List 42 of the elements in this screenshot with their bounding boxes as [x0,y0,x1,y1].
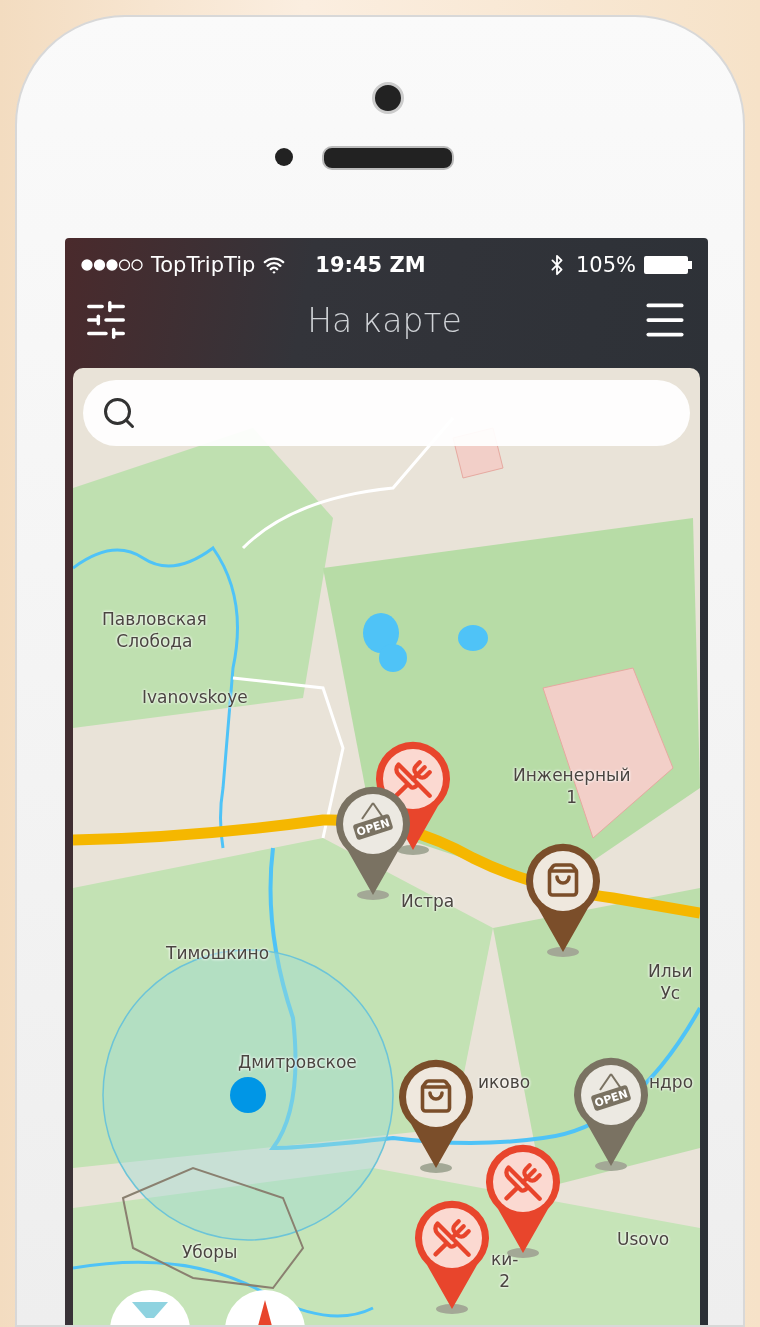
pin-shadow [546,946,580,958]
pin-shadow [435,1303,469,1315]
place-label: Usovo [617,1228,670,1250]
lake-drawing [458,625,488,651]
pin-shadow [356,889,390,901]
battery-percentage: 105% [575,253,636,277]
shopping-bag-icon [549,865,577,895]
fork-knife-icon [435,1221,469,1255]
map-pin[interactable] [524,842,602,952]
compass-icon [257,1300,273,1325]
place-label: Дмитровское [238,1051,357,1073]
signal-dots-icon [81,258,143,272]
battery-icon [644,255,692,275]
map-pin[interactable] [413,1199,491,1309]
lake-drawing [363,613,407,672]
funnel-icon [130,1300,170,1320]
place-label: Ильи Ус [648,960,693,1004]
map-pin[interactable] [397,1058,475,1168]
clock-time: 19:45 ZM [315,253,426,277]
place-label: Тимошкино [166,942,270,964]
pin-shadow [419,1162,453,1174]
place-label: Инженерный 1 [513,764,631,808]
place-label: Павловская Слобода [102,608,207,652]
map-pin[interactable] [484,1143,562,1253]
fork-knife-icon [506,1165,540,1199]
pin-shadow [396,844,430,856]
pin-shadow [594,1160,628,1172]
search-icon [101,395,137,431]
place-label: ки- 2 [491,1248,519,1292]
map-pin[interactable]: OPEN [334,785,412,895]
current-location-dot [229,1076,267,1114]
place-label: ндро [649,1071,694,1093]
front-sensor [275,148,293,166]
map-pin[interactable]: OPEN [572,1056,650,1166]
shopping-bag-icon [422,1081,450,1111]
wifi-icon [263,254,286,276]
fork-knife-icon [396,762,430,796]
carrier-name: TopTripTip [151,253,256,277]
screen-title: На карте [307,300,462,340]
camera-lens [372,82,404,114]
place-label: Уборы [182,1241,238,1263]
place-label: иково [478,1071,531,1093]
